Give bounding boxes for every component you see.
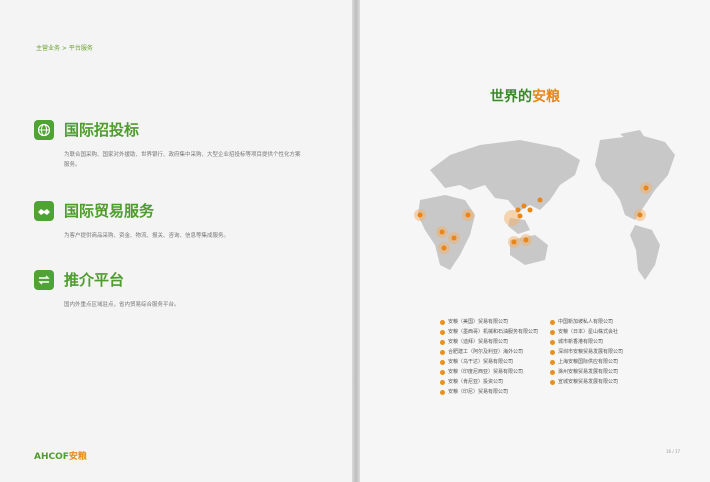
breadcrumb: 主营业务 > 平台服务 xyxy=(36,45,93,52)
legend-item: 滁州安粮贸易发展有限公司 xyxy=(550,367,670,377)
legend-item: 安粮（美国）贸易有限公司 xyxy=(440,317,560,327)
legend-item: 安粮（乌干达）贸易有限公司 xyxy=(440,357,560,367)
legend-item: 安粮（日本）星山株式会社 xyxy=(550,327,670,337)
map-title: 世界的安粮 xyxy=(490,89,560,105)
legend-item: 宣城安粮贸易发展有限公司 xyxy=(550,377,670,387)
legend-column-left: 安粮（美国）贸易有限公司 安粮（墨西哥）机械和石油服务有限公司 安粮（迪拜）贸易… xyxy=(440,317,560,397)
north-america-shape xyxy=(595,135,675,220)
legend-item: 安粮（印尼）贸易有限公司 xyxy=(440,387,560,397)
legend-column-right: 中国新加坡私人有限公司 安粮（日本）星山株式会社 城市新香港有限公司 深圳市安粮… xyxy=(550,317,670,387)
legend-item: 安粮（迪拜）贸易有限公司 xyxy=(440,337,560,347)
page-gutter xyxy=(352,0,360,482)
service-title: 国际贸易服务 xyxy=(64,202,155,220)
legend-item: 安粮（肯尼亚）投资公司 xyxy=(440,377,560,387)
legend-item: 安粮（墨西哥）机械和石油服务有限公司 xyxy=(440,327,560,337)
legend-item: 合肥建工（阿尔及利亚）海外公司 xyxy=(440,347,560,357)
legend-item: 安粮（印度尼西亚）贸易有限公司 xyxy=(440,367,560,377)
service-description: 为客户提供商品采购、资金、物流、报关、咨询、信息等集成服务。 xyxy=(64,233,230,239)
service-description: 国内外重点区域驻点，省内贸易综合服务平台。 xyxy=(64,302,180,308)
exchange-arrows-icon xyxy=(34,270,54,290)
service-title: 推介平台 xyxy=(64,271,125,289)
globe-icon xyxy=(34,120,54,140)
south-america-shape xyxy=(630,225,660,280)
legend-item: 城市新香港有限公司 xyxy=(550,337,670,347)
service-title: 国际招投标 xyxy=(64,121,140,139)
handshake-icon xyxy=(34,201,54,221)
world-map xyxy=(414,130,675,280)
service-description: 为联合国采购、国家对外援助、世界银行、政府集中采购、大型企业招投标等项目提供个性… xyxy=(64,152,301,168)
legend-item: 深圳市安粮贸易发展有限公司 xyxy=(550,347,670,357)
company-logo: AHCOF安粮 xyxy=(34,452,87,462)
right-page: 世界的安粮 安粮（美国）贸易有限公司 安粮（墨西哥）机械和石油服务有限公司 安粮… xyxy=(360,0,710,482)
page-number: 16 / 17 xyxy=(666,449,681,454)
legend-item: 上海安粮国际供应有限公司 xyxy=(550,357,670,367)
brochure-spread: 主营业务 > 平台服务 国际招投标 为联合国采购、国家对外援助、世界银行、政府集… xyxy=(0,0,710,482)
left-page: 主营业务 > 平台服务 国际招投标 为联合国采购、国家对外援助、世界银行、政府集… xyxy=(0,0,352,482)
legend-item: 中国新加坡私人有限公司 xyxy=(550,317,670,327)
